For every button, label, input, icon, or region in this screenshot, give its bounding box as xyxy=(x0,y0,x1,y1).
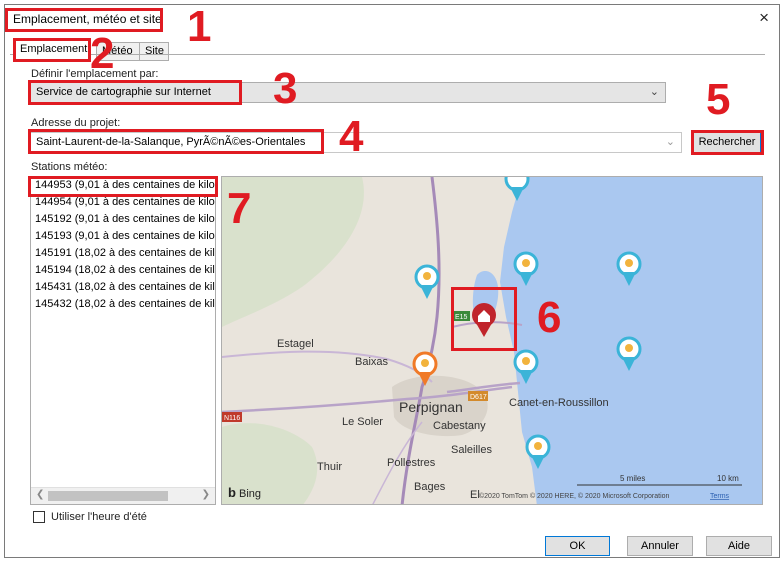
road-label-e15: E15 xyxy=(455,314,468,321)
dialog-title: Emplacement, météo et site xyxy=(13,12,162,26)
place-bages: Bages xyxy=(414,481,446,493)
place-baixas: Baixas xyxy=(355,356,389,368)
title-bar: Emplacement, météo et site × xyxy=(5,5,779,33)
cancel-button[interactable]: Annuler xyxy=(627,536,693,556)
place-cabestany: Cabestany xyxy=(433,420,486,432)
annotation-number-4: 4 xyxy=(339,112,364,161)
map-view[interactable]: E15 D617 N116 Estagel Baixas Perpignan L… xyxy=(221,176,763,505)
annotation-number-2: 2 xyxy=(90,29,115,78)
bing-icon: b xyxy=(228,485,236,500)
scale-miles: 5 miles xyxy=(620,474,645,483)
list-item[interactable]: 144954 (9,01 à des centaines de kilo xyxy=(31,194,215,211)
horizontal-scrollbar[interactable]: ❮ ❯ xyxy=(31,487,215,504)
location-method-select[interactable]: Service de cartographie sur Internet ⌄ xyxy=(30,82,666,103)
address-value: Saint-Laurent-de-la-Salanque, PyrÃ©nÃ©es… xyxy=(36,136,306,148)
tab-emplacement[interactable]: Emplacement xyxy=(14,40,90,61)
scrollbar-thumb[interactable] xyxy=(48,491,168,501)
scale-km: 10 km xyxy=(717,474,739,483)
scroll-left-icon[interactable]: ❮ xyxy=(36,489,44,500)
list-item[interactable]: 145192 (9,01 à des centaines de kilo xyxy=(31,211,215,228)
place-canet: Canet-en-Roussillon xyxy=(509,397,609,409)
close-icon[interactable]: × xyxy=(759,8,769,28)
search-button[interactable]: Rechercher xyxy=(693,132,761,153)
list-item[interactable]: 145432 (18,02 à des centaines de kil xyxy=(31,296,215,313)
road-label-d617: D617 xyxy=(470,394,487,401)
map-copyright: ©2020 TomTom © 2020 HERE, © 2020 Microso… xyxy=(479,492,670,500)
location-method-value: Service de cartographie sur Internet xyxy=(36,86,211,98)
address-label: Adresse du projet: xyxy=(31,117,121,129)
place-perpignan: Perpignan xyxy=(399,399,463,415)
list-item[interactable]: 145191 (18,02 à des centaines de kil xyxy=(31,245,215,262)
scroll-right-icon[interactable]: ❯ xyxy=(202,489,210,500)
dst-checkbox-label: Utiliser l'heure d'été xyxy=(51,511,147,523)
road-label-n116: N116 xyxy=(224,415,240,422)
help-button[interactable]: Aide xyxy=(706,536,772,556)
bing-label: Bing xyxy=(239,488,261,500)
annotation-number-5: 5 xyxy=(706,75,731,124)
chevron-down-icon: ⌄ xyxy=(665,136,675,148)
list-item[interactable]: 145431 (18,02 à des centaines de kil xyxy=(31,279,215,296)
list-item[interactable]: 145194 (18,02 à des centaines de kil xyxy=(31,262,215,279)
place-saleilles: Saleilles xyxy=(451,444,492,456)
dst-checkbox[interactable] xyxy=(33,511,45,523)
place-pollestres: Pollestres xyxy=(387,457,436,469)
ok-button[interactable]: OK xyxy=(545,536,610,556)
list-item[interactable]: 145193 (9,01 à des centaines de kilo xyxy=(31,228,215,245)
annotation-number-7: 7 xyxy=(227,184,252,233)
place-thuir: Thuir xyxy=(317,461,342,473)
chevron-down-icon: ⌄ xyxy=(649,86,659,98)
annotation-number-6: 6 xyxy=(537,293,562,342)
list-item[interactable]: 144953 (9,01 à des centaines de kilo xyxy=(31,177,215,194)
stations-list[interactable]: 144953 (9,01 à des centaines de kilo 144… xyxy=(30,176,216,505)
map-terms-link[interactable]: Terms xyxy=(710,493,730,500)
stations-label: Stations météo: xyxy=(31,161,108,173)
annotation-number-1: 1 xyxy=(187,2,212,51)
place-le-soler: Le Soler xyxy=(342,416,383,428)
map-canvas: E15 D617 N116 Estagel Baixas Perpignan L… xyxy=(222,177,762,504)
annotation-number-3: 3 xyxy=(273,64,298,113)
place-estagel: Estagel xyxy=(277,338,314,350)
